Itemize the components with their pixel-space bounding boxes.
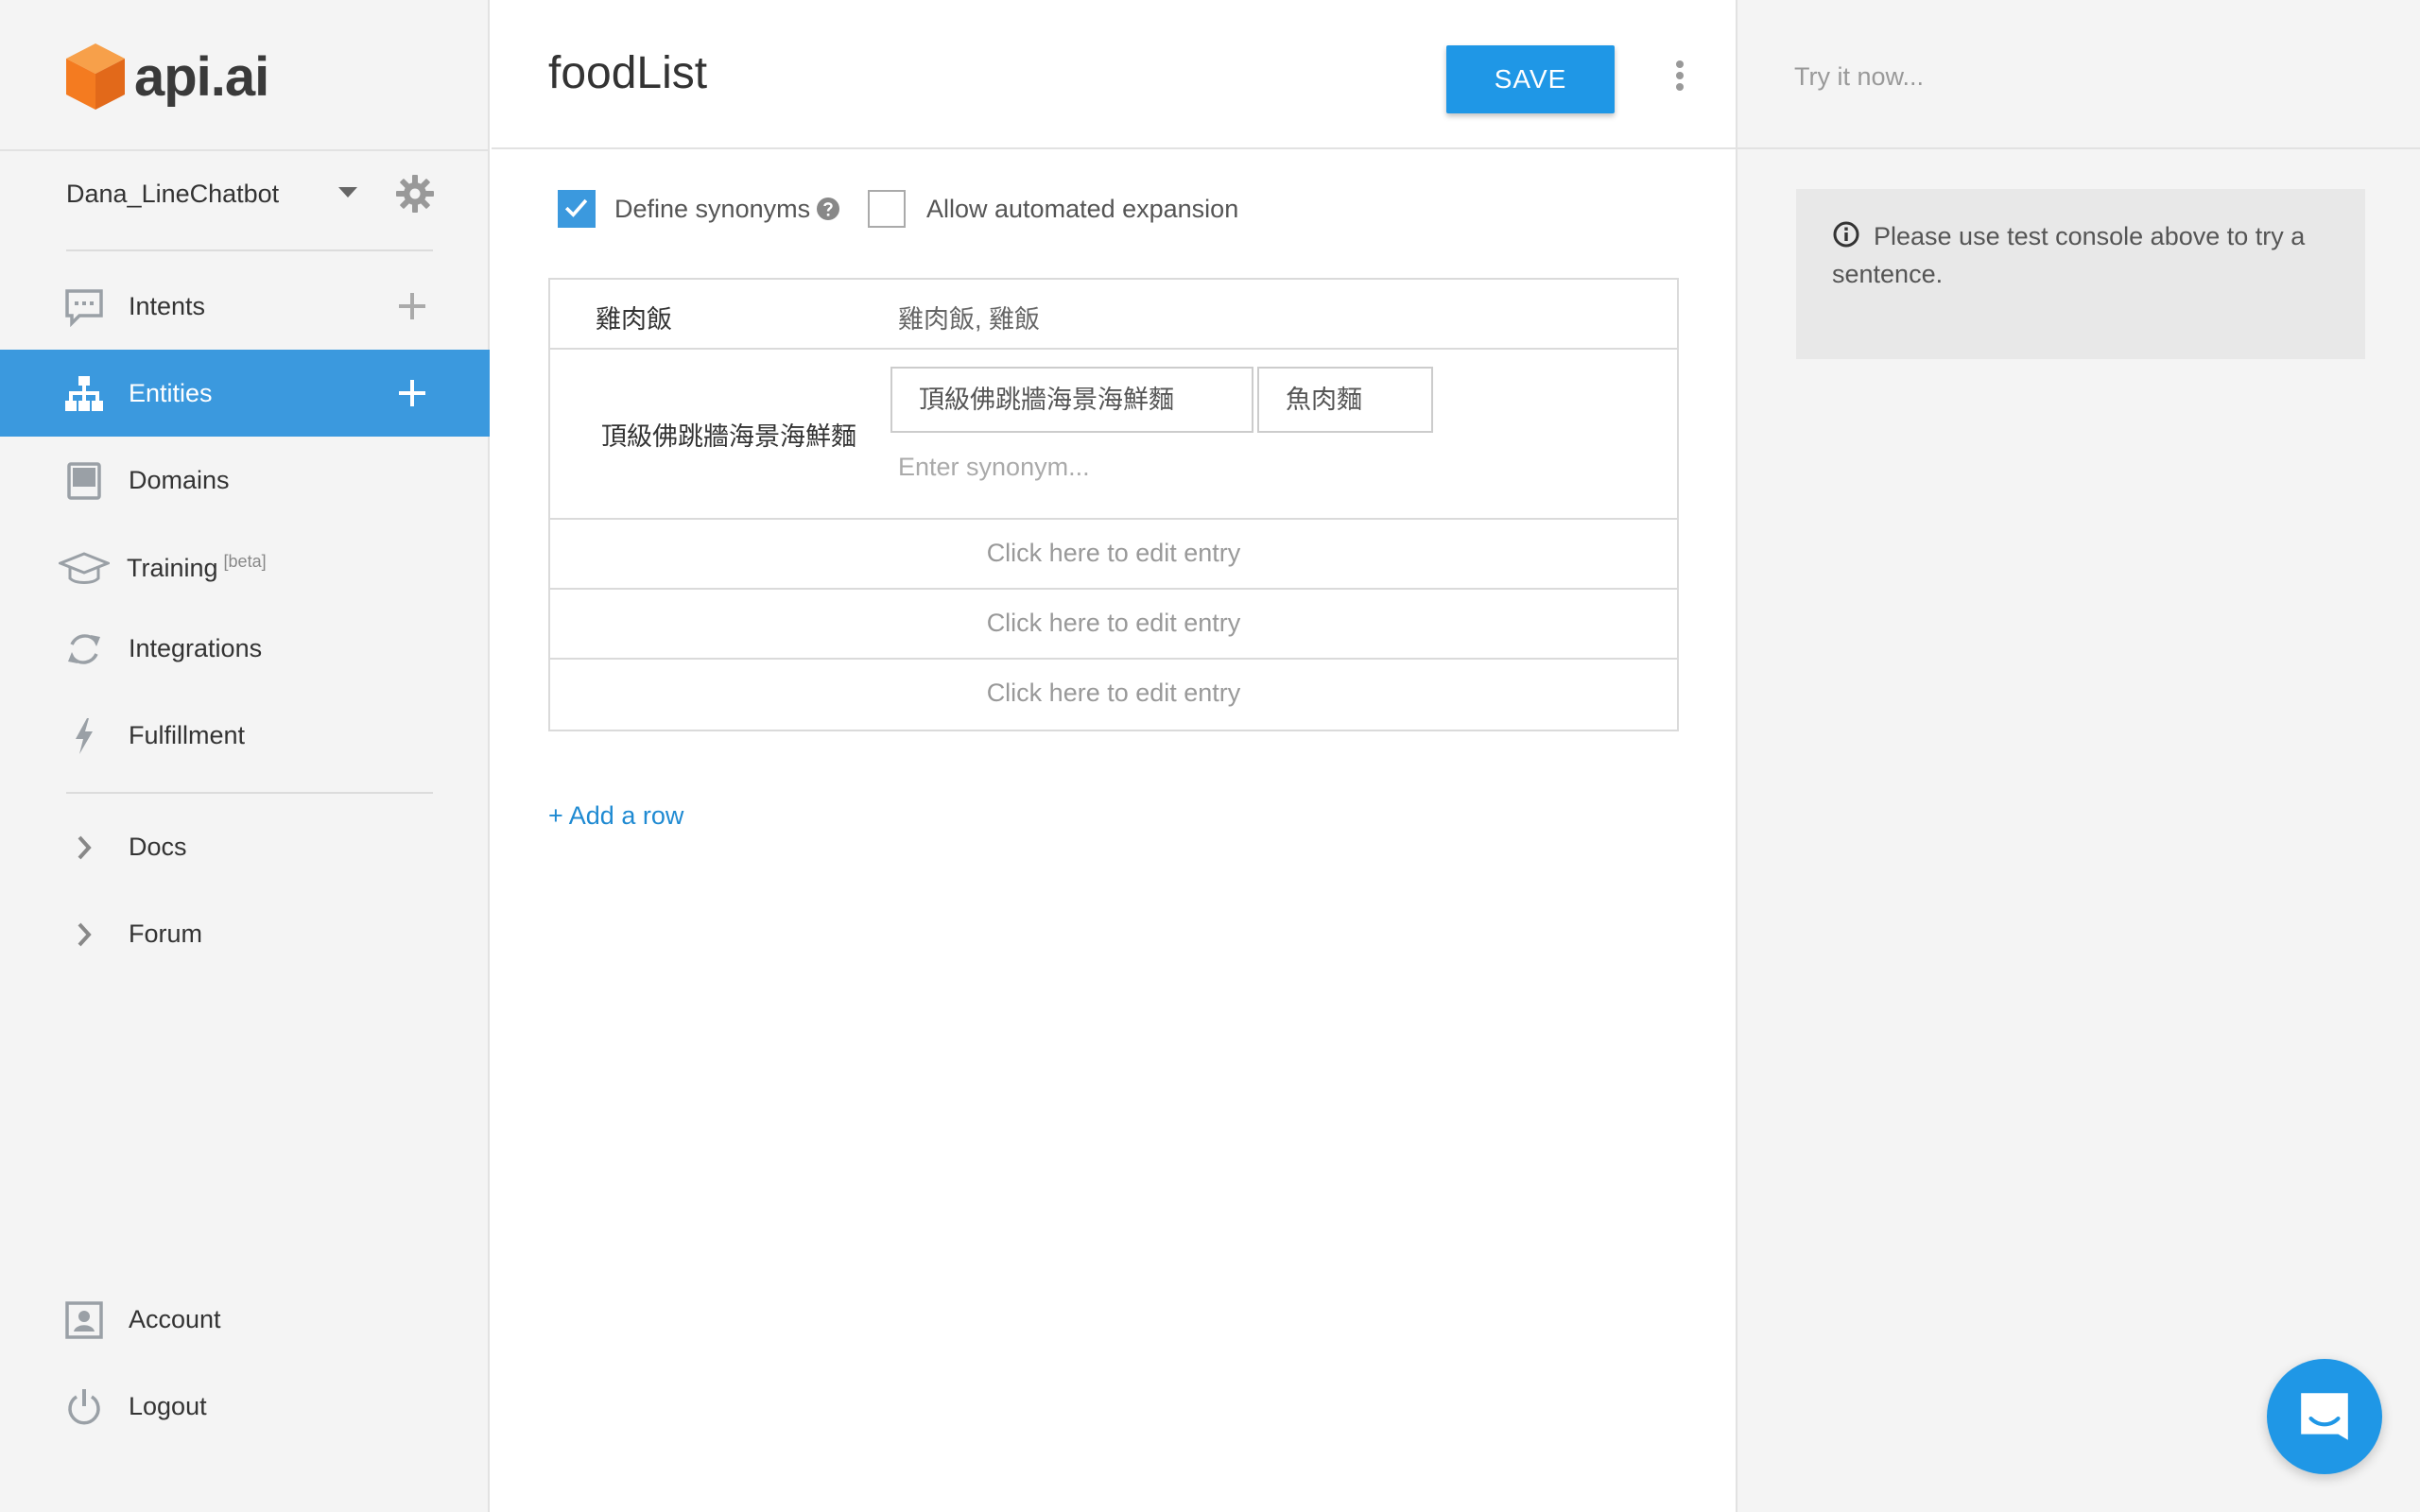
- sidebar-item-label: Fulfillment: [129, 720, 246, 749]
- reference-value[interactable]: 頂級佛跳牆海景海鮮麵: [601, 416, 885, 453]
- synonyms-value[interactable]: 雞肉飯, 雞飯: [898, 299, 1040, 335]
- synonym-chip[interactable]: 頂級佛跳牆海景海鮮麵: [890, 367, 1253, 433]
- page-title: foodList: [548, 48, 708, 98]
- test-console-bar: [1737, 0, 2420, 149]
- sidebar-link-label: Forum: [129, 919, 203, 948]
- sitemap-icon: [65, 376, 103, 411]
- synonym-input[interactable]: [898, 446, 1371, 488]
- synonym-chip[interactable]: 魚肉麵: [1257, 367, 1433, 433]
- entries-table: 雞肉飯 雞肉飯, 雞飯 頂級佛跳牆海景海鮮麵 頂級佛跳牆海景海鮮麵 魚肉麵 Cl…: [548, 278, 1679, 731]
- chat-widget-button[interactable]: [2267, 1359, 2382, 1474]
- try-it-now-input[interactable]: [1794, 53, 2361, 100]
- checkmark-icon: [564, 198, 588, 217]
- help-icon[interactable]: [816, 197, 840, 221]
- caret-down-icon[interactable]: [338, 187, 357, 198]
- chevron-right-icon: [78, 835, 92, 860]
- divider: [66, 792, 433, 794]
- logo-text: api.ai: [134, 45, 269, 108]
- agent-name: Dana_LineChatbot: [66, 179, 280, 208]
- sidebar-item-label: Intents: [129, 291, 206, 320]
- table-row[interactable]: 頂級佛跳牆海景海鮮麵 頂級佛跳牆海景海鮮麵 魚肉麵: [550, 350, 1677, 520]
- sidebar-link-forum[interactable]: Forum: [0, 890, 490, 977]
- reference-value[interactable]: 雞肉飯: [596, 299, 672, 335]
- more-vert-icon[interactable]: [1658, 59, 1702, 96]
- beta-badge: [beta]: [223, 551, 267, 571]
- sidebar-link-label: Docs: [129, 832, 187, 861]
- sidebar-item-intents[interactable]: Intents: [0, 263, 490, 350]
- sidebar-link-docs[interactable]: Docs: [0, 803, 490, 890]
- sidebar-item-domains[interactable]: Domains: [0, 437, 490, 524]
- table-row[interactable]: 雞肉飯 雞肉飯, 雞飯: [550, 280, 1677, 350]
- divider: [66, 249, 433, 251]
- chat-bubble-icon: [2301, 1393, 2348, 1440]
- info-icon: [1833, 221, 1859, 248]
- power-icon: [68, 1389, 100, 1425]
- sidebar-item-logout[interactable]: Logout: [0, 1363, 490, 1450]
- chevron-right-icon: [78, 922, 92, 947]
- define-synonyms-label: Define synonyms: [614, 194, 811, 223]
- define-synonyms-checkbox[interactable]: [558, 190, 596, 228]
- sidebar-item-label: Domains: [129, 465, 230, 494]
- info-box: Please use test console above to try a s…: [1796, 189, 2365, 359]
- allow-expansion-option[interactable]: Allow automated expansion: [868, 189, 1238, 229]
- page-header: foodList SAVE: [492, 0, 1736, 149]
- define-synonyms-option[interactable]: Define synonyms: [558, 189, 840, 229]
- sidebar-item-account[interactable]: Account: [0, 1276, 490, 1363]
- sidebar-item-training[interactable]: Training [beta]: [0, 524, 490, 610]
- bolt-icon: [76, 718, 93, 754]
- graduation-cap-icon: [59, 552, 110, 584]
- sidebar: api.ai Dana_LineChatbot Intents Entities…: [0, 0, 490, 1512]
- gear-icon[interactable]: [393, 172, 437, 215]
- chat-icon: [65, 289, 103, 327]
- add-entity-icon[interactable]: [395, 376, 429, 410]
- agent-selector[interactable]: Dana_LineChatbot: [66, 168, 444, 219]
- allow-expansion-label: Allow automated expansion: [926, 194, 1239, 223]
- sidebar-item-fulfillment[interactable]: Fulfillment: [0, 692, 490, 779]
- sidebar-item-label: Entities: [129, 378, 213, 407]
- sync-icon: [68, 634, 100, 664]
- empty-entry-row[interactable]: Click here to edit entry: [550, 590, 1677, 660]
- info-text: Please use test console above to try a s…: [1832, 222, 2306, 288]
- test-console-panel: Please use test console above to try a s…: [1736, 0, 2420, 1512]
- sidebar-item-label: Logout: [129, 1391, 207, 1420]
- empty-entry-row[interactable]: Click here to edit entry: [550, 660, 1677, 730]
- sidebar-item-entities[interactable]: Entities: [0, 350, 490, 437]
- add-intent-icon[interactable]: [395, 289, 429, 323]
- sidebar-item-label: Training [beta]: [127, 552, 267, 583]
- add-row-link[interactable]: + Add a row: [548, 801, 683, 831]
- logo[interactable]: api.ai: [64, 42, 269, 112]
- save-button[interactable]: SAVE: [1446, 45, 1615, 113]
- empty-entry-row[interactable]: Click here to edit entry: [550, 520, 1677, 590]
- logo-cube-icon: [66, 43, 125, 110]
- allow-expansion-checkbox[interactable]: [868, 190, 906, 228]
- entity-editor: Define synonyms Allow automated expansio…: [492, 151, 1736, 1512]
- book-icon: [67, 462, 101, 500]
- divider: [0, 149, 490, 151]
- sidebar-item-label: Integrations: [129, 633, 263, 662]
- training-label: Training: [127, 553, 218, 582]
- account-icon: [65, 1301, 103, 1339]
- sidebar-item-integrations[interactable]: Integrations: [0, 605, 490, 692]
- sidebar-item-label: Account: [129, 1304, 221, 1333]
